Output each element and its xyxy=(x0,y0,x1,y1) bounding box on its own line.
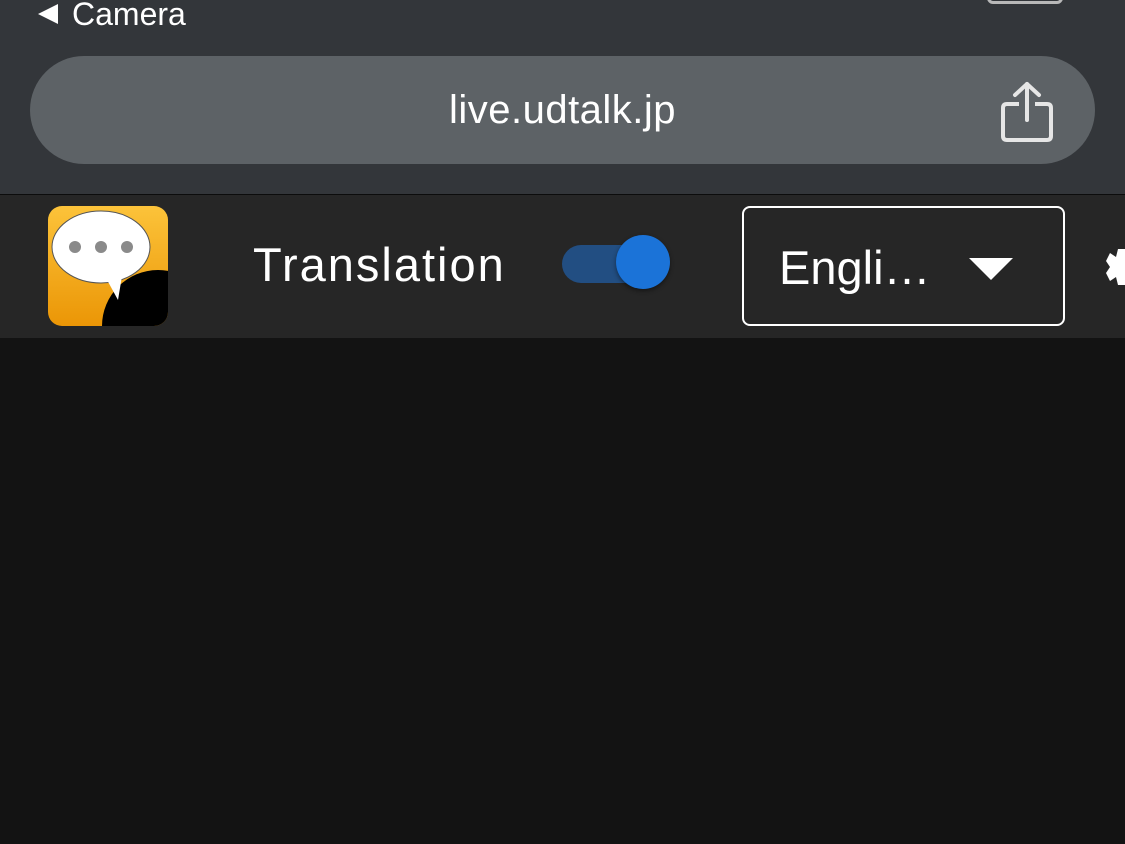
back-to-camera-link[interactable]: Camera xyxy=(38,0,186,34)
address-bar[interactable]: live.udtalk.jp xyxy=(30,56,1095,164)
caption-content-area xyxy=(0,338,1125,844)
settings-button[interactable] xyxy=(1098,239,1125,295)
translation-label: Translation xyxy=(253,238,506,291)
chevron-down-icon xyxy=(969,258,1013,280)
browser-chrome: Camera live.udtalk.jp xyxy=(0,0,1125,195)
app-toolbar: Translation Engli… xyxy=(0,195,1125,338)
share-button[interactable] xyxy=(999,80,1055,144)
language-selected-value: Engli… xyxy=(779,241,931,294)
toggle-knob xyxy=(616,235,670,289)
battery-icon xyxy=(987,0,1063,4)
share-icon xyxy=(1001,82,1053,142)
language-select[interactable]: Engli… xyxy=(742,206,1065,326)
url-text: live.udtalk.jp xyxy=(448,87,677,132)
back-link-label: Camera xyxy=(72,0,186,32)
udtalk-logo-icon[interactable] xyxy=(48,206,168,326)
back-arrow-icon xyxy=(38,4,58,24)
translation-toggle[interactable] xyxy=(562,235,670,289)
gear-icon xyxy=(1106,249,1125,285)
